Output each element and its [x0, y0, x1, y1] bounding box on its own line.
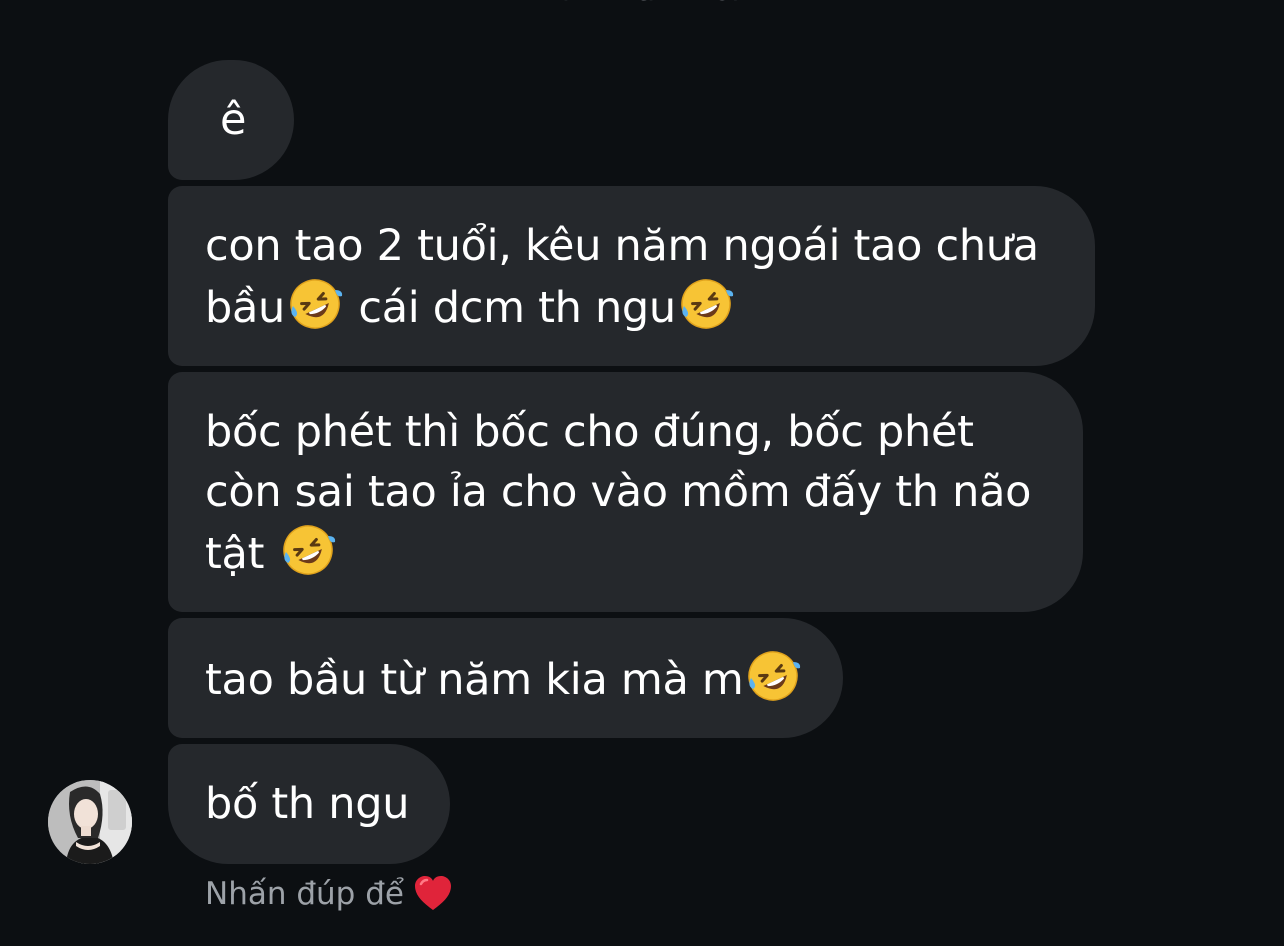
reaction-hint-text: Nhấn đúp để	[205, 876, 404, 912]
message-bubble[interactable]: bốc phét thì bốc cho đúng, bốc phét còn …	[168, 372, 1083, 612]
message-text: cái dcm th ngu	[345, 283, 676, 333]
message-bubble[interactable]: bố th ngu	[168, 744, 450, 864]
heart-icon	[412, 872, 454, 914]
message-text: bố th ngu	[205, 779, 410, 829]
message-text: bầu	[205, 283, 285, 333]
message-text: con tao 2 tuổi, kêu năm ngoái tao chưa	[205, 221, 1039, 271]
message-text: bốc phét thì bốc cho đúng, bốc phét	[205, 407, 974, 457]
message-text: ê	[220, 95, 247, 145]
message-bubble[interactable]: tao bầu từ năm kia mà m	[168, 618, 843, 738]
message-text: tật	[205, 529, 278, 579]
rofl-emoji-icon	[745, 648, 801, 704]
contact-avatar[interactable]	[48, 780, 132, 864]
message-bubble[interactable]: con tao 2 tuổi, kêu năm ngoái tao chưa b…	[168, 186, 1095, 366]
rofl-emoji-icon	[678, 276, 734, 332]
chat-thread: Tin nhắn mới ê con tao 2 tuổi, kêu năm n…	[0, 0, 1284, 946]
message-text: tao bầu từ năm kia mà m	[205, 655, 744, 705]
rofl-emoji-icon	[287, 276, 343, 332]
reaction-hint[interactable]: Nhấn đúp để	[205, 872, 454, 916]
new-messages-label: Tin nhắn mới	[0, 0, 1284, 8]
message-bubble[interactable]: ê	[168, 60, 294, 180]
message-text: còn sai tao ỉa cho vào mồm đấy th não	[205, 467, 1032, 517]
rofl-emoji-icon	[280, 522, 336, 578]
